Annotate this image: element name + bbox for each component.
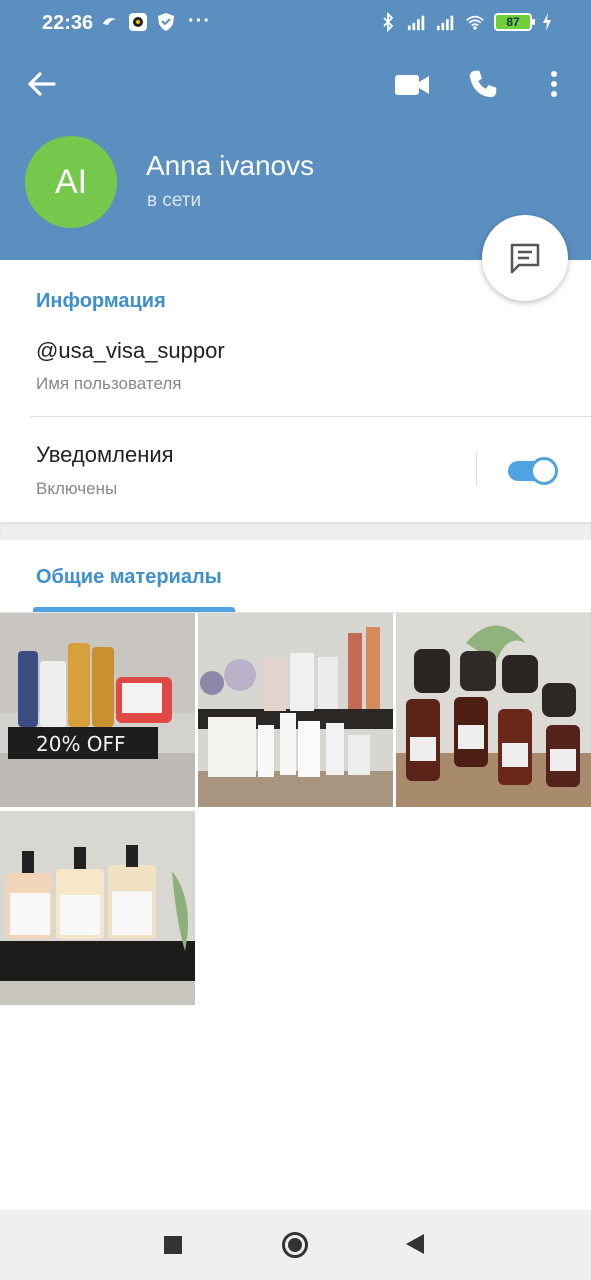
media-thumb-1[interactable]: 20% OFF xyxy=(0,613,195,807)
info-section-title: Информация xyxy=(36,290,166,312)
tab-shared-media[interactable]: Общие материалы xyxy=(36,566,222,589)
shared-media-section: Общие материалы 20% OFF xyxy=(0,540,591,1210)
signal-r-icon xyxy=(436,15,454,31)
charging-icon xyxy=(543,13,551,31)
notifications-label[interactable]: Уведомления xyxy=(36,442,174,468)
send-message-button[interactable] xyxy=(482,215,568,301)
home-icon[interactable] xyxy=(282,1232,308,1258)
thumb-caption-text: 20% OFF xyxy=(36,732,126,756)
media-thumb-2[interactable] xyxy=(198,613,393,807)
video-call-icon[interactable] xyxy=(392,68,432,102)
notifications-state: Включены xyxy=(36,479,118,498)
section-gap xyxy=(0,522,591,540)
phone-icon[interactable] xyxy=(466,66,500,102)
back-icon[interactable] xyxy=(406,1234,424,1254)
status-time: 22:36 xyxy=(42,12,94,34)
cloud-icon xyxy=(103,18,116,25)
username-value[interactable]: @usa_visa_suppor xyxy=(36,338,225,364)
status-bar: 22:36 ··· 87 xyxy=(0,0,591,44)
recent-apps-icon[interactable] xyxy=(164,1236,182,1254)
username-caption: Имя пользователя xyxy=(36,374,182,393)
signal-icon xyxy=(407,15,425,31)
notifications-toggle[interactable] xyxy=(508,457,558,485)
app-icon xyxy=(129,13,147,31)
battery-indicator: 87 xyxy=(494,13,535,31)
profile-name: Anna ivanovs xyxy=(146,150,315,181)
message-icon xyxy=(510,243,540,274)
vertical-separator xyxy=(476,452,477,486)
more-vertical-icon[interactable] xyxy=(540,66,568,102)
divider xyxy=(30,416,591,417)
system-nav-bar xyxy=(0,1210,591,1280)
shield-icon xyxy=(158,13,174,31)
avatar[interactable]: AI xyxy=(25,136,117,228)
back-arrow-icon[interactable] xyxy=(24,66,60,102)
media-thumb-3[interactable] xyxy=(396,613,591,807)
wifi-icon xyxy=(466,15,484,30)
status-more: ··· xyxy=(188,10,211,32)
online-status: в сети xyxy=(147,190,202,211)
bluetooth-icon xyxy=(383,12,394,32)
media-thumb-4[interactable] xyxy=(0,811,195,1005)
info-section: Информация @usa_visa_suppor Имя пользова… xyxy=(0,260,591,522)
